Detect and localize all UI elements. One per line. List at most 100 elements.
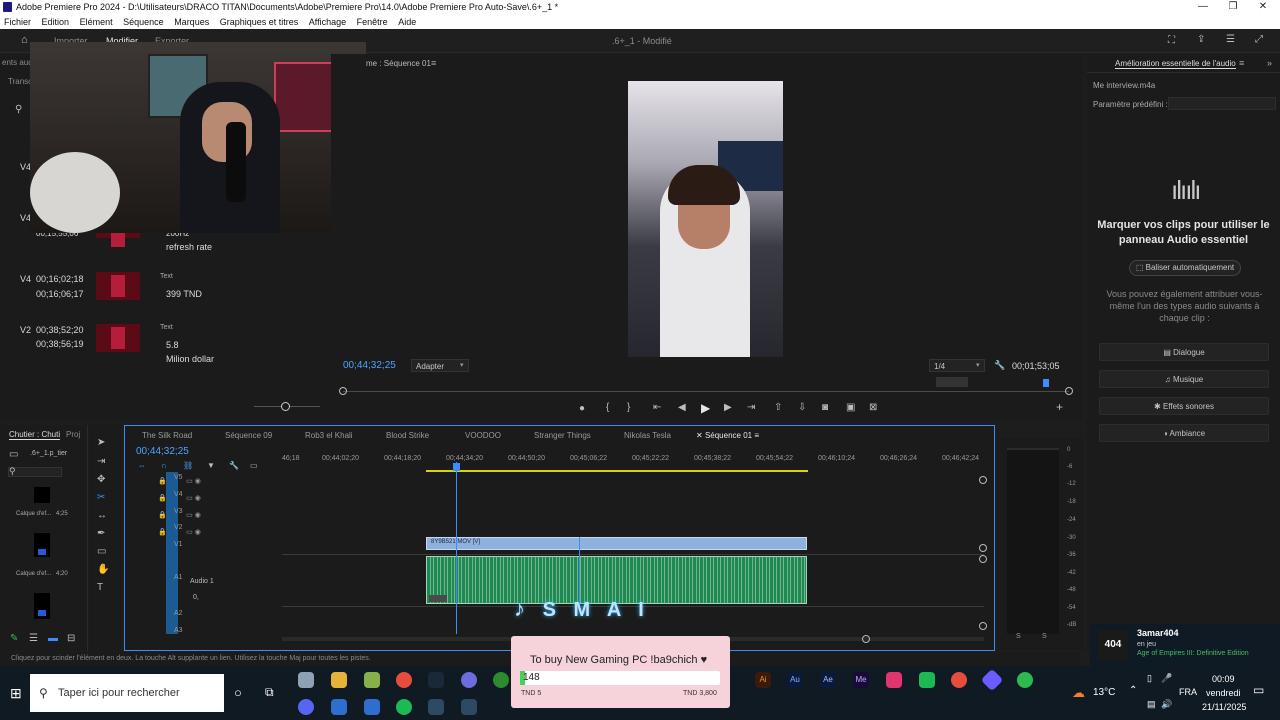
notification-icon[interactable]: ▭ xyxy=(1253,683,1264,697)
nest-icon[interactable]: ⇔ xyxy=(138,461,146,470)
icon-view-icon[interactable]: ▬ xyxy=(48,633,58,644)
cortana-icon[interactable]: ○ xyxy=(234,685,242,700)
app-icon[interactable] xyxy=(1017,672,1033,688)
auto-tag-button[interactable]: ⬚ Baliser automatiquement xyxy=(1129,260,1241,276)
timeline-tab[interactable]: The Silk Road xyxy=(142,431,192,440)
mark-out-icon[interactable]: } xyxy=(627,402,630,413)
linked-selection-icon[interactable]: ⛓ xyxy=(183,461,193,470)
app-icon[interactable] xyxy=(331,699,347,715)
ambience-button[interactable]: ◑ Ambiance xyxy=(1099,424,1269,442)
ripple-edit-icon[interactable]: ✥ xyxy=(97,474,105,485)
windows-start-icon[interactable]: ⊞ xyxy=(10,685,22,702)
app-icon[interactable] xyxy=(364,672,380,688)
chrome-icon[interactable] xyxy=(396,672,412,688)
track-select-icon[interactable]: ⇥ xyxy=(97,456,105,467)
minimize-button[interactable]: — xyxy=(1188,0,1218,15)
bin-subtitle[interactable]: Proj xyxy=(66,430,80,439)
steam-icon[interactable] xyxy=(428,672,444,688)
language[interactable]: FRA xyxy=(1179,687,1197,697)
slip-tool-icon[interactable]: ↔ xyxy=(97,510,107,521)
panel-tab-label[interactable]: ents aud xyxy=(2,58,33,67)
snap-icon[interactable]: ∩ xyxy=(161,461,167,470)
resolution-dropdown[interactable]: 1/4 ▾ xyxy=(929,359,985,372)
camera-icon[interactable]: ◙ xyxy=(822,402,828,413)
solo-button[interactable]: S xyxy=(1042,633,1047,640)
clock-time[interactable]: 00:09 xyxy=(1212,674,1235,684)
work-area-bar[interactable] xyxy=(426,470,808,472)
search-icon[interactable]: ⚲ xyxy=(15,104,22,115)
menu-fichier[interactable]: Fichier xyxy=(0,15,35,27)
discord-icon[interactable] xyxy=(298,699,314,715)
app-icon[interactable] xyxy=(461,672,477,688)
timeline-tab[interactable]: Séquence 09 xyxy=(225,431,272,440)
mark-in-icon[interactable]: { xyxy=(606,402,609,413)
obs-icon[interactable] xyxy=(951,672,967,688)
illustrator-icon[interactable]: Ai xyxy=(755,672,771,688)
close-button[interactable]: ✕ xyxy=(1248,0,1278,15)
vscroll-handle-bottom[interactable] xyxy=(979,622,987,630)
vscroll-handle-top[interactable] xyxy=(979,476,987,484)
audition-icon[interactable]: Au xyxy=(787,672,803,688)
media-encoder-icon[interactable]: Me xyxy=(853,672,869,688)
after-effects-icon[interactable]: Ae xyxy=(820,672,836,688)
menu-edition[interactable]: Edition xyxy=(38,15,74,27)
track-controls[interactable]: 🔒 ▭ ◉ 🔒 ▭ ◉ 🔒 ▭ ◉ 🔒 ▭ ◉ xyxy=(158,473,222,633)
spotify-icon[interactable] xyxy=(396,699,412,715)
timeline-tab-active[interactable]: ✕ Séquence 01 ≡ xyxy=(696,431,759,440)
settings-icon[interactable]: ⊠ xyxy=(869,402,877,413)
expand-panel-icon[interactable]: » xyxy=(1267,58,1272,68)
panel-menu-icon[interactable]: ≡ xyxy=(1239,58,1244,68)
weather-icon[interactable]: ☁ xyxy=(1072,685,1085,701)
step-back-icon[interactable]: ◀ xyxy=(678,402,686,413)
network-icon[interactable]: ▯ xyxy=(1147,673,1152,684)
mic-icon[interactable]: 🎤 xyxy=(1161,673,1172,684)
timeline-tab[interactable]: Nikolas Tesla xyxy=(624,431,671,440)
razor-tool-icon[interactable]: ✂ xyxy=(97,492,105,503)
xbox-icon[interactable] xyxy=(493,672,509,688)
volume-icon[interactable]: 🔊 xyxy=(1161,699,1172,710)
step-forward-icon[interactable]: ▶ xyxy=(724,402,732,413)
type-tool-icon[interactable]: T xyxy=(97,582,103,593)
clock-date[interactable]: 21/11/2025 xyxy=(1202,702,1246,712)
rectangle-tool-icon[interactable]: ▭ xyxy=(97,546,106,557)
transcript-tab[interactable]: Transc xyxy=(8,77,32,86)
program-scrubber[interactable] xyxy=(343,391,1069,392)
clock-day[interactable]: vendredi xyxy=(1206,688,1241,698)
vscroll-handle[interactable] xyxy=(979,544,987,552)
lock-icon[interactable]: 🔒 ▭ ◉ xyxy=(158,490,222,507)
lock-icon[interactable]: 🔒 ▭ ◉ xyxy=(158,507,222,524)
playhead-line[interactable] xyxy=(456,462,457,634)
go-to-in-icon[interactable]: ⇤ xyxy=(653,402,661,413)
menu-affichage[interactable]: Affichage xyxy=(305,15,350,27)
selection-tool-icon[interactable]: ➤ xyxy=(97,437,105,448)
timeline-tab[interactable]: Rob3 el Khali xyxy=(305,431,353,440)
extract-icon[interactable]: ⇩ xyxy=(798,402,806,413)
temperature[interactable]: 13°C xyxy=(1093,687,1115,698)
timeline-timecode[interactable]: 00;44;32;25 xyxy=(136,446,189,457)
wrench-icon[interactable]: 🔧 xyxy=(229,461,239,470)
scrubber-end-handle[interactable] xyxy=(1065,387,1073,395)
playhead-handle[interactable] xyxy=(453,463,460,471)
fit-dropdown[interactable]: Adapter ▾ xyxy=(411,359,469,372)
lock-icon[interactable]: 🔒 ▭ ◉ xyxy=(158,524,222,541)
lock-icon[interactable]: 🔒 ▭ ◉ xyxy=(158,473,222,490)
timeline-tab[interactable]: Blood Strike xyxy=(386,431,429,440)
music-button[interactable]: ♫ Musique xyxy=(1099,370,1269,388)
hand-tool-icon[interactable]: ✋ xyxy=(97,564,109,575)
menu-sequence[interactable]: Séquence xyxy=(119,15,168,27)
freeform-view-icon[interactable]: ⊟ xyxy=(67,633,75,644)
program-timecode[interactable]: 00;44;32;25 xyxy=(343,360,396,371)
add-marker-icon[interactable]: ● xyxy=(579,403,585,414)
file-explorer-icon[interactable] xyxy=(331,672,347,688)
chevron-up-icon[interactable]: ⌃ xyxy=(1129,685,1137,696)
zoom-slider-handle[interactable] xyxy=(281,402,290,411)
panel-menu-icon[interactable]: ≡ xyxy=(431,58,436,68)
menu-icon[interactable]: ☰ xyxy=(1226,34,1235,45)
vscroll-handle[interactable] xyxy=(979,555,987,563)
fullscreen-icon[interactable]: ⛶ xyxy=(1168,35,1175,46)
add-button-icon[interactable]: + xyxy=(1056,400,1063,414)
menu-element[interactable]: Elément xyxy=(76,15,117,27)
expand-icon[interactable]: ⤢ xyxy=(1255,34,1263,45)
app-icon[interactable] xyxy=(428,699,444,715)
sfx-button[interactable]: ✱ Effets sonores xyxy=(1099,397,1269,415)
